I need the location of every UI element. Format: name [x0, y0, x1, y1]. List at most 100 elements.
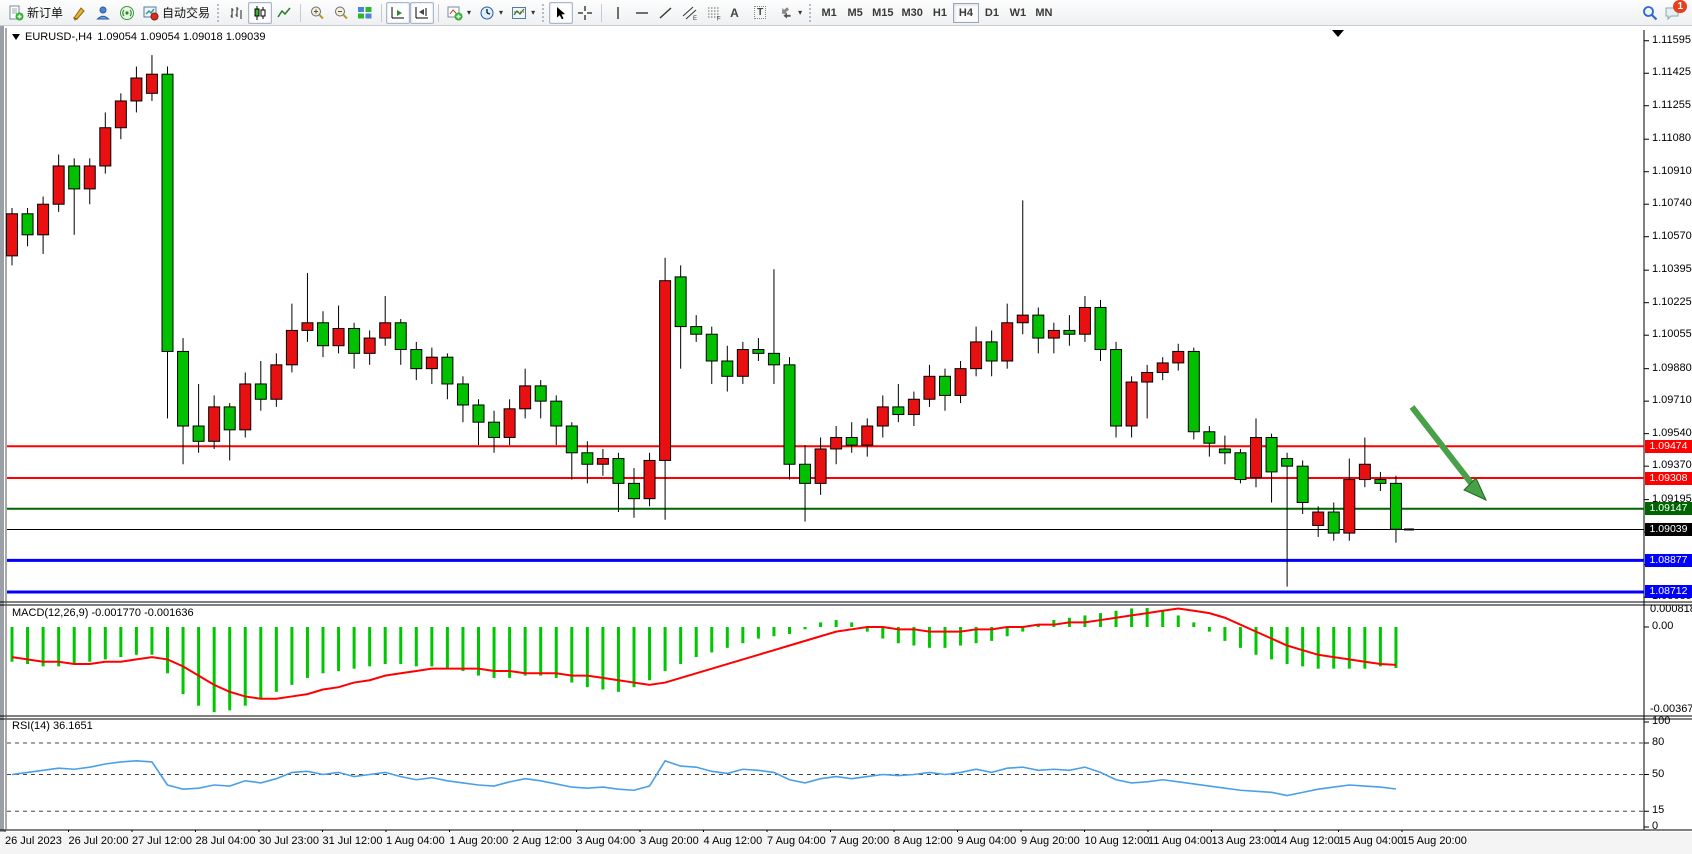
macd-histogram-bar — [42, 627, 45, 666]
macd-histogram-bar — [1317, 627, 1320, 669]
candle-body — [940, 376, 951, 395]
macd-histogram-bar — [1161, 611, 1164, 627]
time-axis-label: 26 Jul 2023 — [5, 835, 62, 847]
time-axis-label: 9 Aug 04:00 — [958, 835, 1017, 847]
macd-histogram-bar — [726, 627, 729, 648]
macd-histogram-bar — [430, 627, 433, 666]
price-level-label: 1.09474 — [1645, 440, 1692, 453]
price-level-label: 1.08877 — [1645, 554, 1692, 567]
candle-body — [908, 399, 919, 414]
macd-histogram-bar — [461, 627, 464, 671]
price-level-label: 1.09147 — [1645, 502, 1692, 515]
candle-body — [193, 426, 204, 441]
macd-histogram-bar — [772, 627, 775, 636]
macd-histogram-bar — [213, 627, 216, 712]
price-level-label: 1.09308 — [1645, 472, 1692, 485]
chart-canvas — [0, 0, 1692, 854]
candle-body — [1251, 437, 1262, 477]
macd-histogram-bar — [617, 627, 620, 692]
candle-body — [582, 453, 593, 464]
candle-body — [784, 365, 795, 464]
chart-shift-marker[interactable] — [1332, 30, 1344, 37]
candle-body — [224, 407, 235, 430]
candle-body — [162, 74, 173, 351]
time-axis-label: 3 Aug 20:00 — [640, 835, 699, 847]
rsi-tick-label: 80 — [1652, 736, 1664, 748]
price-tick-label: 1.09880 — [1652, 362, 1692, 374]
candle-body — [1173, 351, 1184, 362]
macd-histogram-bar — [104, 627, 107, 659]
candle-body — [178, 351, 189, 426]
time-axis-label: 13 Aug 23:00 — [1212, 835, 1277, 847]
candle-body — [660, 281, 671, 461]
chart-title: EURUSD-,H4 1.09054 1.09054 1.09018 1.090… — [12, 31, 265, 43]
time-axis-label: 9 Aug 20:00 — [1021, 835, 1080, 847]
price-tick-label: 1.11595 — [1652, 34, 1691, 46]
macd-histogram-bar — [73, 627, 76, 664]
macd-histogram-bar — [337, 627, 340, 671]
macd-histogram-bar — [586, 627, 589, 687]
time-axis-label: 31 Jul 12:00 — [323, 835, 383, 847]
macd-histogram-bar — [166, 627, 169, 673]
collapse-triangle-icon[interactable] — [12, 34, 20, 40]
macd-histogram-bar — [835, 620, 838, 627]
candle-body — [1188, 351, 1199, 431]
candle-body — [286, 330, 297, 364]
candle-body — [675, 277, 686, 327]
candle-body — [955, 369, 966, 396]
candle-body — [815, 449, 826, 483]
macd-histogram-bar — [1348, 627, 1351, 669]
macd-histogram-bar — [741, 627, 744, 643]
macd-min-label: -0.003677 — [1650, 703, 1692, 715]
candle-body — [1157, 363, 1168, 373]
candle-body — [566, 426, 577, 453]
candle-body — [1328, 512, 1339, 533]
candle-body — [411, 350, 422, 369]
macd-histogram-bar — [368, 627, 371, 666]
macd-histogram-bar — [290, 627, 293, 685]
candle-body — [1390, 483, 1401, 529]
macd-histogram-bar — [57, 627, 60, 666]
price-tick-label: 1.09710 — [1652, 394, 1692, 406]
candle-body — [1095, 307, 1106, 349]
candle-body — [364, 338, 375, 353]
macd-histogram-bar — [1332, 627, 1335, 669]
candle-body — [1079, 307, 1090, 334]
macd-histogram-bar — [819, 622, 822, 627]
macd-histogram-bar — [524, 627, 527, 676]
candle-body — [1204, 432, 1215, 443]
time-axis-label: 11 Aug 04:00 — [1148, 835, 1212, 847]
time-axis-label: 15 Aug 04:00 — [1339, 835, 1404, 847]
candle-body — [457, 384, 468, 405]
candle-body — [1002, 323, 1013, 361]
time-axis-label: 7 Aug 04:00 — [767, 835, 826, 847]
macd-histogram-bar — [788, 627, 791, 634]
candle-body — [691, 327, 702, 335]
candle-body — [209, 407, 220, 441]
candle-body — [846, 437, 857, 445]
candle-body — [613, 459, 624, 484]
macd-histogram-bar — [648, 627, 651, 680]
candle-body — [924, 376, 935, 399]
candle-body — [489, 422, 500, 437]
candle-body — [706, 334, 717, 361]
candle-body — [504, 409, 515, 438]
rsi-tick-label: 50 — [1652, 768, 1664, 780]
annotation-arrow-shaft[interactable] — [1412, 407, 1478, 492]
time-axis-label: 28 Jul 04:00 — [196, 835, 256, 847]
candle-body — [831, 437, 842, 448]
macd-histogram-bar — [197, 627, 200, 706]
rsi-indicator-label: RSI(14) 36.1651 — [12, 720, 93, 732]
candle-body — [877, 407, 888, 426]
candle-body — [69, 166, 80, 189]
candle-body — [768, 353, 779, 364]
candle-body — [1111, 350, 1122, 426]
candle-body — [862, 426, 873, 445]
candle-body — [737, 350, 748, 377]
candle-body — [473, 405, 484, 422]
time-axis-label: 8 Aug 12:00 — [894, 835, 953, 847]
macd-indicator-label: MACD(12,26,9) -0.001770 -0.001636 — [12, 607, 194, 619]
macd-histogram-bar — [384, 627, 387, 664]
candle-body — [1048, 330, 1059, 338]
macd-histogram-bar — [306, 627, 309, 678]
